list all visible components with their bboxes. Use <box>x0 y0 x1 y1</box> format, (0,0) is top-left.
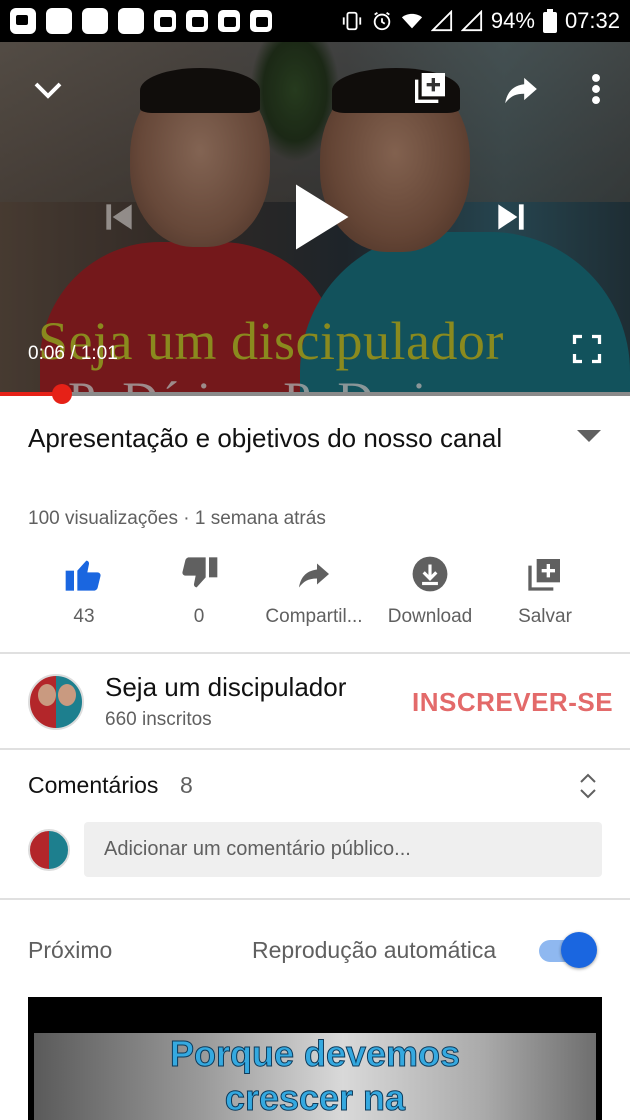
app-notification-icon <box>46 8 72 34</box>
share-icon[interactable] <box>502 70 540 108</box>
download-icon <box>412 556 448 592</box>
share-icon <box>299 563 329 588</box>
thumbs-down-icon <box>182 557 218 588</box>
download-notification-icon <box>250 10 272 32</box>
minimize-chevron-icon[interactable] <box>30 72 66 108</box>
comment-input[interactable]: Adicionar um comentário público... <box>84 822 602 877</box>
share-label: Compartil... <box>265 606 363 627</box>
add-to-playlist-icon[interactable] <box>410 68 450 108</box>
play-icon[interactable] <box>290 182 352 252</box>
next-video-thumbnail[interactable]: Porque devemos crescer na <box>28 997 602 1120</box>
expand-collapse-icon[interactable] <box>578 772 598 805</box>
up-next-label: Próximo <box>28 937 113 963</box>
next-icon[interactable] <box>492 198 530 236</box>
heart-notification-icon <box>218 10 240 32</box>
autoplay-label: Reprodução automática <box>252 937 497 963</box>
subscribe-button[interactable]: INSCREVER-SE <box>412 687 613 718</box>
app-notification-icon <box>82 8 108 34</box>
action-bar: 43 0 Compartil... Download Salvar <box>0 550 630 640</box>
comments-count: 8 <box>180 772 193 798</box>
notification-icons <box>10 8 272 34</box>
current-time: 0:06 <box>28 343 65 364</box>
battery-percent: 94% <box>490 8 535 33</box>
time-separator: / <box>64 343 81 364</box>
divider <box>0 652 630 654</box>
divider <box>0 898 630 900</box>
download-notification-icon <box>154 10 176 32</box>
heart-notification-icon <box>186 10 208 32</box>
dislike-button[interactable]: 0 <box>139 550 259 628</box>
channel-avatar[interactable] <box>28 674 84 730</box>
app-notification-icon <box>118 8 144 34</box>
thumbnail-text-line2: crescer na <box>224 1077 406 1119</box>
wifi-icon <box>401 13 422 29</box>
dislike-count: 0 <box>193 606 205 627</box>
video-meta: 100 visualizações · 1 semana atrás <box>28 508 326 529</box>
divider <box>0 748 630 750</box>
message-notification-icon <box>10 8 36 34</box>
scrubber-handle[interactable] <box>51 384 72 404</box>
like-count: 43 <box>73 606 95 627</box>
time-display: 0:06 / 1:01 <box>28 343 118 365</box>
user-avatar <box>28 829 70 871</box>
like-button[interactable]: 43 <box>24 550 144 628</box>
duration: 1:01 <box>80 343 118 364</box>
progress-bar[interactable] <box>0 392 630 396</box>
download-label: Download <box>387 606 473 627</box>
vibrate-icon <box>342 11 362 31</box>
battery-icon <box>542 9 557 33</box>
alarm-icon <box>373 11 391 31</box>
video-title: Apresentação e objetivos do nosso canal <box>28 423 503 453</box>
autoplay-toggle[interactable] <box>539 932 597 968</box>
thumbs-up-icon <box>65 560 101 591</box>
video-overlay-subtitle: Pr.Dário e Pr.Dario <box>68 370 451 394</box>
thumbnail-text-line1: Porque devemos <box>169 1033 461 1075</box>
download-button[interactable]: Download <box>370 550 490 628</box>
expand-description-icon[interactable] <box>577 430 601 449</box>
fullscreen-icon[interactable] <box>572 334 602 364</box>
share-button[interactable]: Compartil... <box>254 550 374 628</box>
video-player[interactable]: Seja um discipulador Pr.Dário e Pr.Dario <box>0 42 630 394</box>
save-label: Salvar <box>518 606 572 627</box>
status-bar: 94% 07:32 <box>0 0 630 42</box>
clock: 07:32 <box>564 8 620 33</box>
save-button[interactable]: Salvar <box>485 550 605 628</box>
previous-icon[interactable] <box>100 198 138 236</box>
signal-icon <box>460 10 482 32</box>
comments-header[interactable]: Comentários <box>28 772 158 799</box>
more-options-icon[interactable] <box>582 70 610 108</box>
subscriber-count: 660 inscritos <box>105 709 212 730</box>
save-playlist-icon <box>528 559 560 591</box>
signal-icon <box>430 10 452 32</box>
channel-name[interactable]: Seja um discipulador <box>105 672 346 703</box>
